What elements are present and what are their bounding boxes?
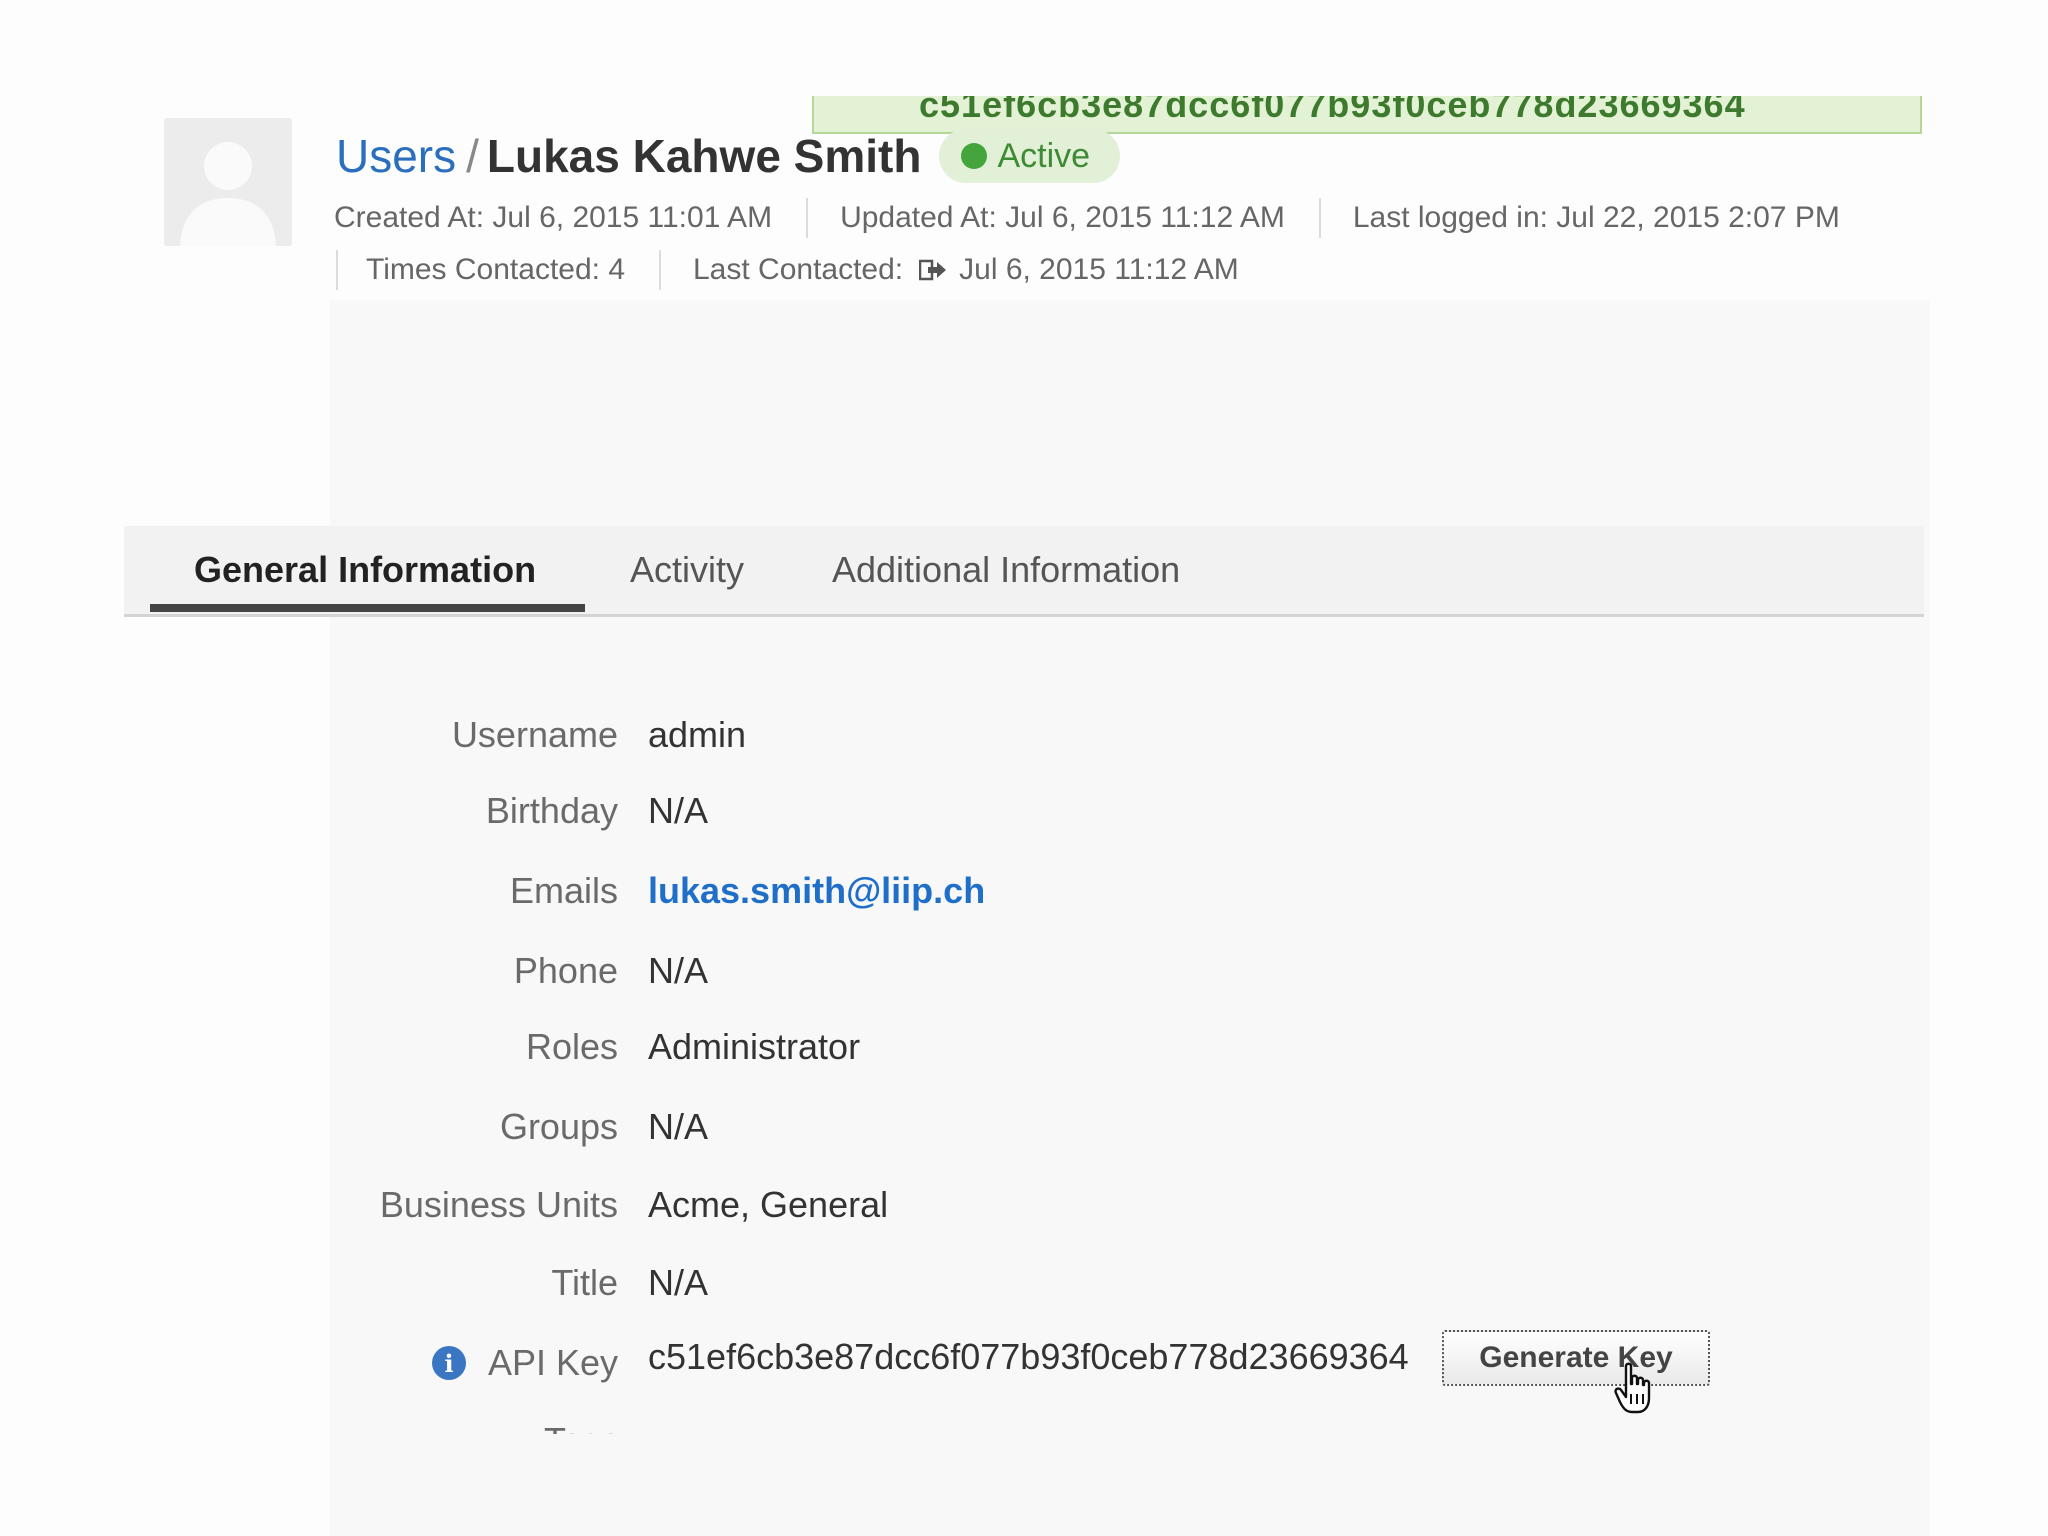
- api-key-label: API Key: [487, 1342, 618, 1383]
- birthday-value: N/A: [648, 790, 709, 831]
- tab-general-information[interactable]: General Information: [194, 526, 536, 614]
- status-badge: Active: [939, 129, 1121, 183]
- meta-divider: [659, 250, 661, 290]
- last-contacted-label: Last Contacted:: [693, 253, 904, 286]
- sign-out-icon: [919, 259, 947, 281]
- birthday-label: Birthday: [485, 790, 618, 831]
- username-label: Username: [451, 714, 618, 755]
- user-placeholder-icon: [164, 118, 292, 246]
- updated-at: Updated At: Jul 6, 2015 11:12 AM: [840, 201, 1285, 234]
- last-contacted-value: Jul 6, 2015 11:12 AM: [959, 253, 1239, 286]
- groups-label: Groups: [499, 1106, 618, 1147]
- tags-label-clipped: Tags: [540, 1420, 620, 1434]
- page-title: Lukas Kahwe Smith: [486, 130, 922, 182]
- meta-divider: [806, 198, 809, 238]
- roles-label: Roles: [525, 1026, 618, 1067]
- breadcrumb-separator: /: [466, 130, 479, 182]
- status-dot-icon: [961, 143, 988, 169]
- roles-value: Administrator: [648, 1026, 861, 1067]
- title-value: N/A: [648, 1262, 709, 1303]
- flash-message: c51ef6cb3e87dcc6f077b93f0ceb778d23669364: [919, 96, 1746, 125]
- avatar: [164, 118, 292, 246]
- breadcrumb-users-link[interactable]: Users: [336, 129, 456, 183]
- title-label: Title: [551, 1262, 618, 1303]
- meta-divider: [1318, 198, 1321, 238]
- meta-row-dates: Created At: Jul 6, 2015 11:01 AM Updated…: [334, 196, 1874, 240]
- business-units-label: Business Units: [379, 1184, 618, 1225]
- hand-cursor-icon: [1614, 1362, 1651, 1414]
- status-label: Active: [997, 136, 1091, 175]
- username-value: admin: [648, 714, 747, 755]
- active-tab-indicator: [150, 604, 585, 612]
- business-units-value: Acme, General: [648, 1184, 889, 1225]
- phone-label: Phone: [513, 950, 618, 991]
- tab-additional-information[interactable]: Additional Information: [832, 526, 1180, 614]
- times-contacted: Times Contacted: 4: [366, 253, 625, 286]
- page-header: Users / Lukas Kahwe Smith Active: [336, 124, 1121, 188]
- info-icon[interactable]: i: [432, 1346, 466, 1380]
- last-logged-in: Last logged in: Jul 22, 2015 2:07 PM: [1352, 201, 1840, 234]
- created-at: Created At: Jul 6, 2015 11:01 AM: [334, 201, 773, 234]
- tags-label: Tags: [544, 1420, 620, 1434]
- groups-value: N/A: [648, 1106, 709, 1147]
- emails-label: Emails: [509, 870, 618, 911]
- meta-divider: [336, 250, 338, 290]
- email-link[interactable]: lukas.smith@liip.ch: [648, 870, 985, 912]
- tab-activity[interactable]: Activity: [630, 526, 744, 614]
- phone-value: N/A: [648, 950, 709, 991]
- meta-row-contacts: Times Contacted: 4 Last Contacted: Jul 6…: [336, 248, 1239, 292]
- api-key-value: c51ef6cb3e87dcc6f077b93f0ceb778d23669364: [648, 1336, 1409, 1377]
- generate-key-button[interactable]: Generate Key: [1442, 1330, 1710, 1386]
